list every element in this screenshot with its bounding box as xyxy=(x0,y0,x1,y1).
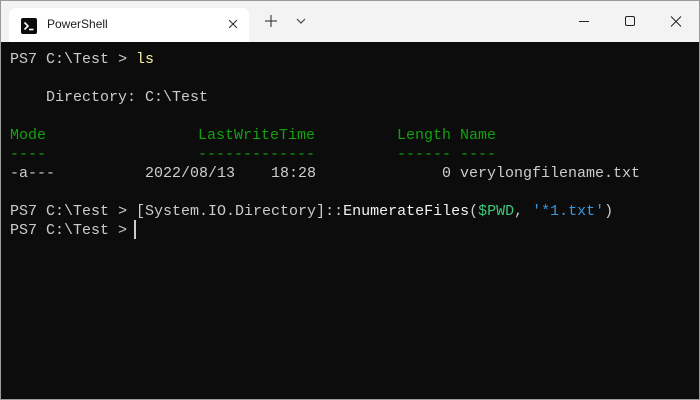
close-window-icon xyxy=(670,16,682,27)
current-prompt: PS7 C:\Test > xyxy=(10,222,137,239)
static-operator: :: xyxy=(325,203,344,220)
terminal-window: PowerShell PS7 C:\Test > ls Directory: C… xyxy=(0,0,700,400)
open-paren: ( xyxy=(469,203,479,220)
chevron-down-icon xyxy=(296,18,306,24)
close-paren: ) xyxy=(604,203,614,220)
dropdown-button[interactable] xyxy=(287,7,315,35)
variable-pwd: $PWD xyxy=(478,203,515,220)
underline-length: ------ xyxy=(397,146,452,163)
prompt: PS7 C:\Test > xyxy=(10,203,137,220)
new-tab-button[interactable] xyxy=(257,7,285,35)
command-line-ls: PS7 C:\Test > ls xyxy=(10,50,154,69)
tab-powershell[interactable]: PowerShell xyxy=(9,8,249,42)
close-window-button[interactable] xyxy=(653,1,699,42)
tab-title: PowerShell xyxy=(47,17,108,31)
close-icon[interactable] xyxy=(223,14,243,34)
underline-name: ---- xyxy=(460,146,497,163)
file-mode: -a--- xyxy=(10,165,56,182)
underline-mode: ---- xyxy=(10,146,47,163)
title-bar: PowerShell xyxy=(1,1,699,42)
header-name: Name xyxy=(460,127,497,144)
command-line-enumerate: PS7 C:\Test > [System.IO.Directory]::Enu… xyxy=(10,202,613,221)
file-length: 0 xyxy=(442,165,452,182)
maximize-button[interactable] xyxy=(607,1,653,42)
type-name: [System.IO.Directory] xyxy=(136,203,326,220)
command-text: ls xyxy=(136,51,155,68)
file-time: 18:28 xyxy=(271,165,317,182)
directory-label: Directory: C:\Test xyxy=(10,89,209,106)
header-lastwritetime: LastWriteTime xyxy=(198,127,316,144)
header-length: Length xyxy=(397,127,452,144)
terminal-output[interactable]: PS7 C:\Test > ls Directory: C:\Test Mode… xyxy=(1,42,699,399)
minimize-button[interactable] xyxy=(561,1,607,42)
file-date: 2022/08/13 xyxy=(145,165,236,182)
underline-lastwritetime: ------------- xyxy=(198,146,316,163)
powershell-icon xyxy=(21,18,37,34)
string-argument: '*1.txt' xyxy=(532,203,605,220)
maximize-icon xyxy=(625,16,635,26)
file-name: verylongfilename.txt xyxy=(460,165,641,182)
text-cursor xyxy=(134,220,136,239)
prompt: PS7 C:\Test > xyxy=(10,51,137,68)
method-name: EnumerateFiles xyxy=(343,203,470,220)
minimize-icon xyxy=(579,21,589,22)
header-mode: Mode xyxy=(10,127,47,144)
comma: , xyxy=(514,203,533,220)
plus-icon xyxy=(265,15,277,27)
